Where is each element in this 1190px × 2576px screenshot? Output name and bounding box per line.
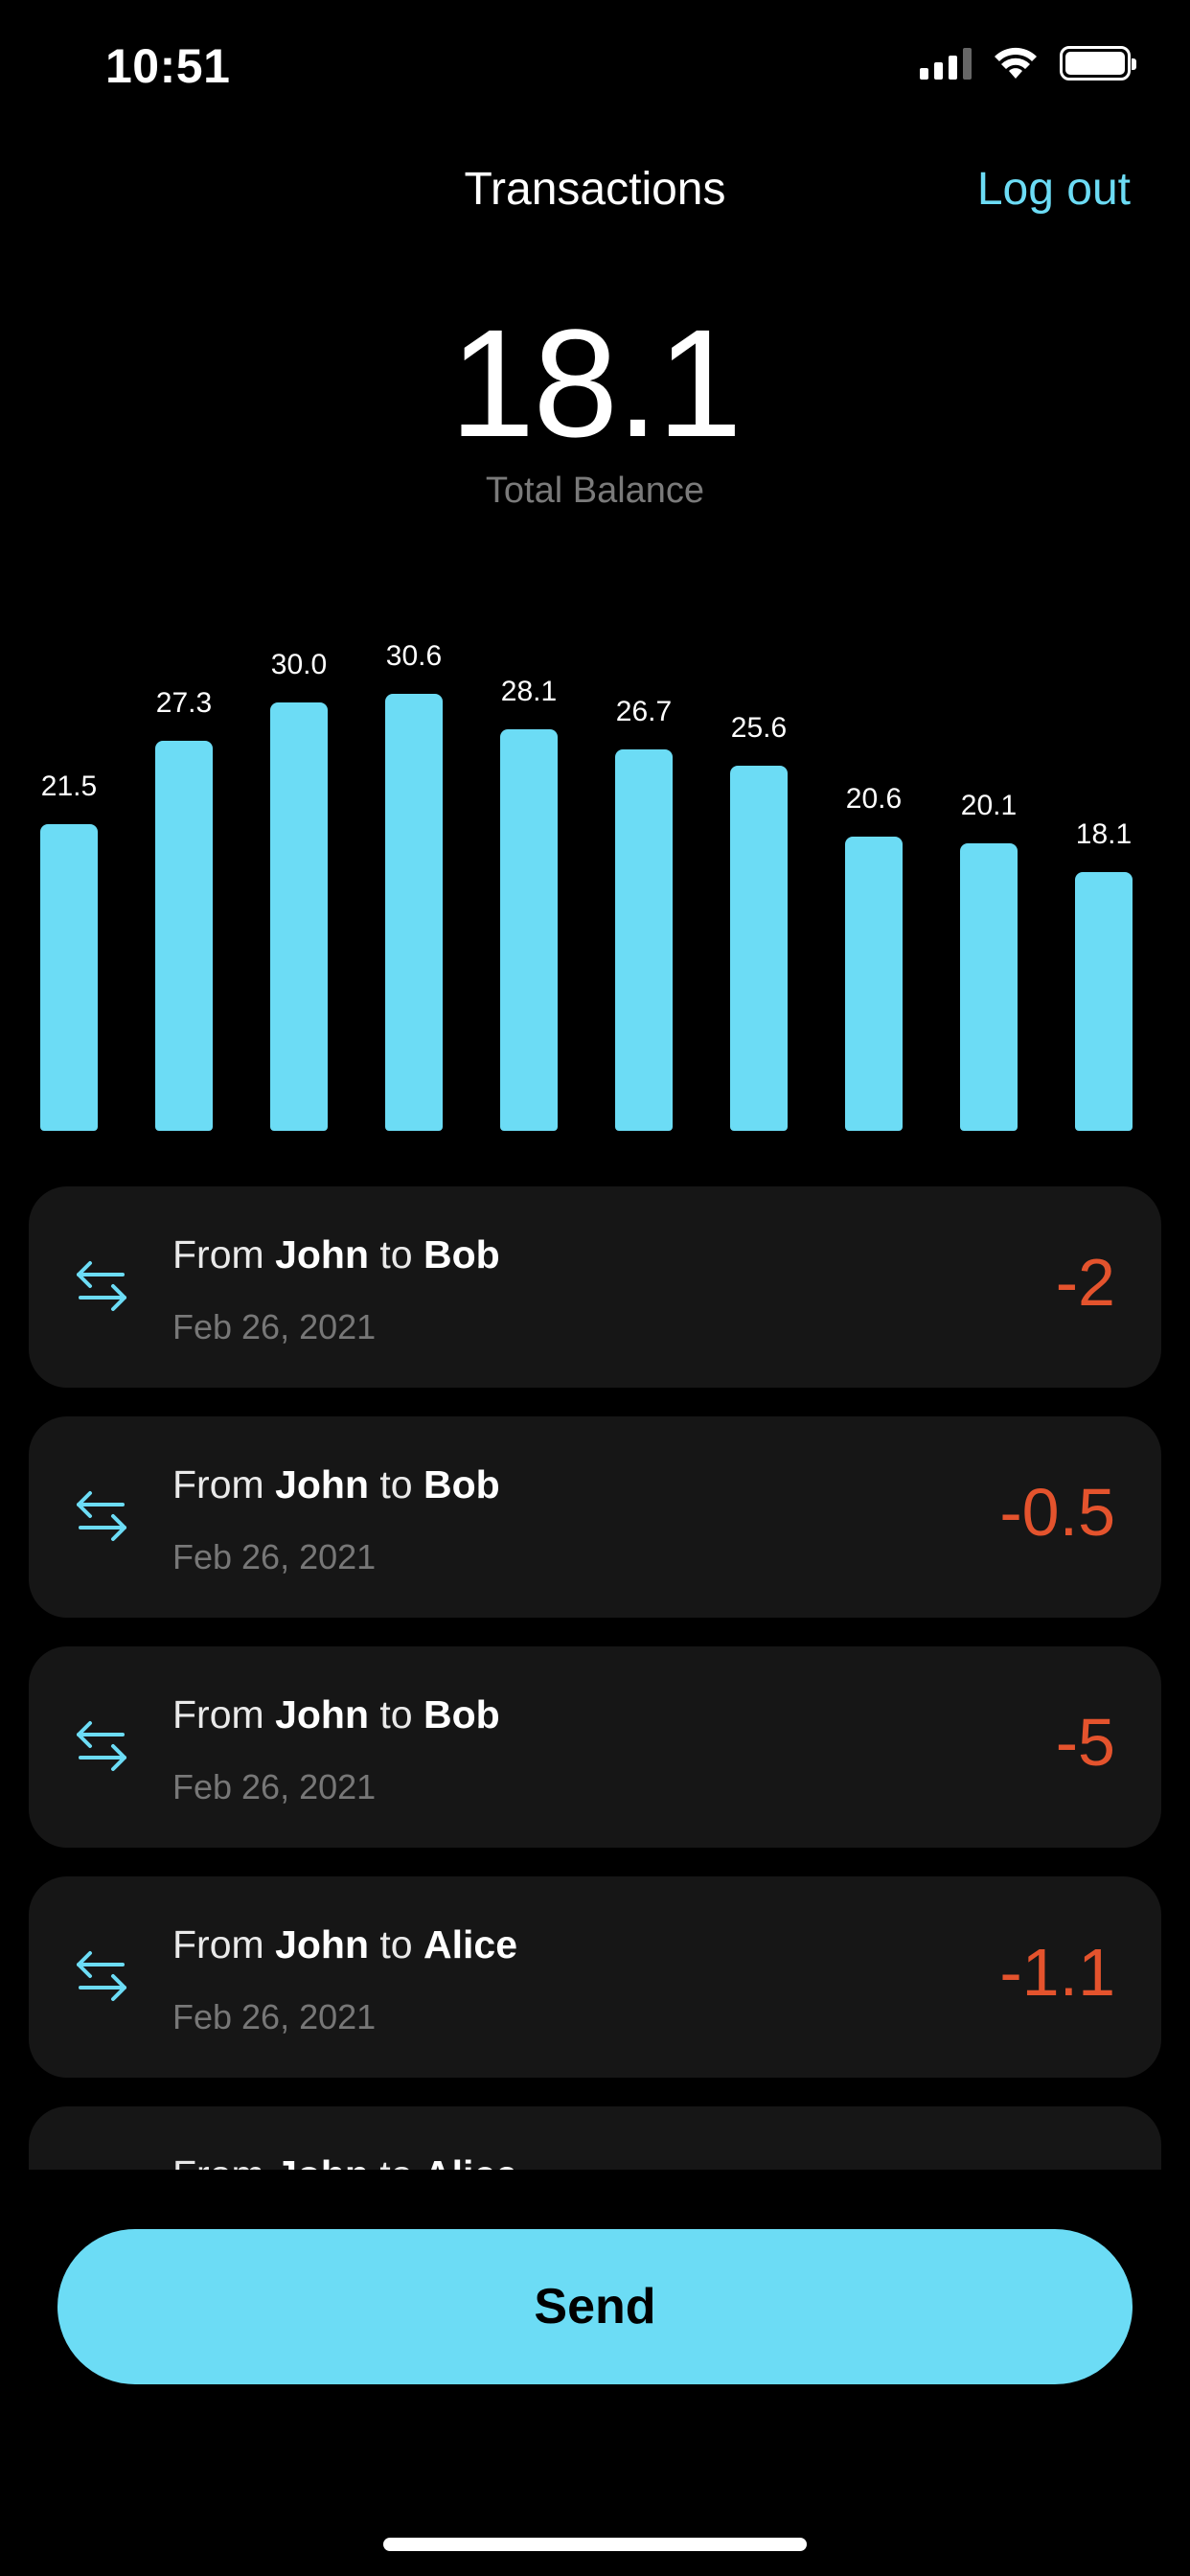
chart-bar-column: 26.7 bbox=[615, 692, 673, 1131]
chart-bar-column: 20.1 bbox=[960, 786, 1018, 1131]
to-prefix: to bbox=[379, 2152, 412, 2170]
transaction-date: Feb 26, 2021 bbox=[172, 1307, 377, 1346]
transaction-description: From John to Alice bbox=[172, 2152, 517, 2170]
transaction-amount: -5 bbox=[1055, 1705, 1115, 1780]
battery-icon bbox=[1060, 46, 1136, 80]
transaction-description: From John to Alice bbox=[172, 1922, 517, 1967]
recipient-name: Alice bbox=[423, 1922, 518, 1966]
status-time: 10:51 bbox=[105, 39, 231, 93]
sender-name: John bbox=[275, 1462, 369, 1506]
transaction-amount: -2 bbox=[1055, 1245, 1115, 1320]
chart-bar bbox=[615, 749, 673, 1131]
chart-bar-column: 25.6 bbox=[730, 708, 788, 1131]
chart-bar-value-label: 25.6 bbox=[730, 712, 788, 744]
chart-bar bbox=[270, 702, 328, 1131]
total-balance-value: 18.1 bbox=[449, 297, 742, 469]
chart-bar-column: 30.6 bbox=[385, 636, 443, 1131]
chart-bar-value-label: 27.3 bbox=[155, 687, 213, 719]
chart-bar-column: 28.1 bbox=[500, 672, 558, 1131]
transaction-card[interactable]: From John to Bob Feb 26, 2021 -2 bbox=[29, 1186, 1161, 1388]
chart-bar-value-label: 26.7 bbox=[615, 696, 673, 727]
to-prefix: to bbox=[379, 1232, 413, 1276]
transaction-description: From John to Bob bbox=[172, 1692, 500, 1737]
chart-bar bbox=[385, 694, 443, 1131]
recipient-name: Bob bbox=[423, 1232, 500, 1276]
transaction-date: Feb 26, 2021 bbox=[172, 1537, 377, 1576]
chart-bar bbox=[500, 729, 558, 1131]
sender-name: John bbox=[275, 1232, 369, 1276]
transaction-card[interactable]: From John to Alice Feb 26, 2021 -1.1 bbox=[29, 1876, 1161, 2078]
to-prefix: to bbox=[379, 1462, 413, 1506]
transfer-arrows-icon bbox=[77, 1951, 126, 2001]
chart-bar-value-label: 20.6 bbox=[845, 783, 903, 815]
status-bar: 10:51 bbox=[0, 0, 1190, 134]
chart-bar-value-label: 21.5 bbox=[40, 770, 98, 802]
chart-bar-column: 27.3 bbox=[155, 683, 213, 1131]
chart-bar-column: 18.1 bbox=[1075, 815, 1133, 1131]
chart-bar bbox=[155, 741, 213, 1131]
transfer-arrows-icon bbox=[77, 1491, 126, 1541]
recipient-name: Bob bbox=[423, 1462, 500, 1506]
transaction-description: From John to Bob bbox=[172, 1232, 500, 1277]
chart-bar-column: 20.6 bbox=[845, 779, 903, 1131]
balance-section: 18.1 Total Balance bbox=[0, 302, 1190, 512]
wifi-icon bbox=[995, 47, 1037, 79]
home-indicator bbox=[383, 2538, 807, 2551]
chart-bar-value-label: 28.1 bbox=[500, 676, 558, 707]
chart-bar bbox=[960, 843, 1018, 1131]
header: Transactions Log out bbox=[0, 153, 1190, 230]
transaction-amount: -1.1 bbox=[999, 1935, 1115, 2010]
transaction-list[interactable]: From John to Bob Feb 26, 2021 -2 From John … bbox=[29, 1186, 1161, 2170]
chart-bar-column: 30.0 bbox=[270, 645, 328, 1131]
transaction-date: Feb 26, 2021 bbox=[172, 1767, 377, 1806]
to-prefix: to bbox=[379, 1692, 413, 1736]
transaction-amount: -0.5 bbox=[999, 1475, 1115, 1550]
transaction-card[interactable]: From John to Bob Feb 26, 2021 -0.5 bbox=[29, 1416, 1161, 1618]
from-prefix: From bbox=[172, 1462, 264, 1506]
transaction-description: From John to Bob bbox=[172, 1462, 500, 1507]
send-button[interactable]: Send bbox=[57, 2229, 1133, 2384]
chart-bar bbox=[1075, 872, 1133, 1131]
transaction-date: Feb 26, 2021 bbox=[172, 1997, 377, 2036]
logout-button[interactable]: Log out bbox=[977, 163, 1131, 216]
chart-bar-value-label: 30.0 bbox=[270, 649, 328, 680]
chart-bar bbox=[845, 837, 903, 1131]
from-prefix: From bbox=[172, 1692, 264, 1736]
total-balance-label: Total Balance bbox=[485, 471, 705, 511]
sender-name: John bbox=[275, 2152, 369, 2170]
chart-bar bbox=[730, 766, 788, 1131]
chart-bar bbox=[40, 824, 98, 1131]
transfer-arrows-icon bbox=[77, 1721, 126, 1771]
chart-bar-value-label: 20.1 bbox=[960, 790, 1018, 821]
to-prefix: to bbox=[379, 1922, 413, 1966]
transaction-card[interactable]: From John to Alice bbox=[29, 2106, 1161, 2170]
cellular-signal-icon bbox=[920, 47, 972, 80]
from-prefix: From bbox=[172, 1922, 264, 1966]
status-icons bbox=[920, 46, 1136, 80]
chart-bar-column: 21.5 bbox=[40, 767, 98, 1131]
from-prefix: From bbox=[172, 2152, 264, 2170]
balance-history-chart: 21.5 27.3 30.0 30.6 28.1 26.7 25.6 20.6 20.1 18.1 bbox=[0, 594, 1190, 1131]
chart-bar-value-label: 30.6 bbox=[385, 640, 443, 672]
recipient-name: Bob bbox=[423, 1692, 500, 1736]
transfer-arrows-icon bbox=[77, 1261, 126, 1311]
from-prefix: From bbox=[172, 1232, 264, 1276]
transaction-card[interactable]: From John to Bob Feb 26, 2021 -5 bbox=[29, 1646, 1161, 1848]
chart-bar-value-label: 18.1 bbox=[1075, 818, 1133, 850]
recipient-name: Alice bbox=[423, 2152, 517, 2170]
sender-name: John bbox=[275, 1922, 369, 1966]
sender-name: John bbox=[275, 1692, 369, 1736]
